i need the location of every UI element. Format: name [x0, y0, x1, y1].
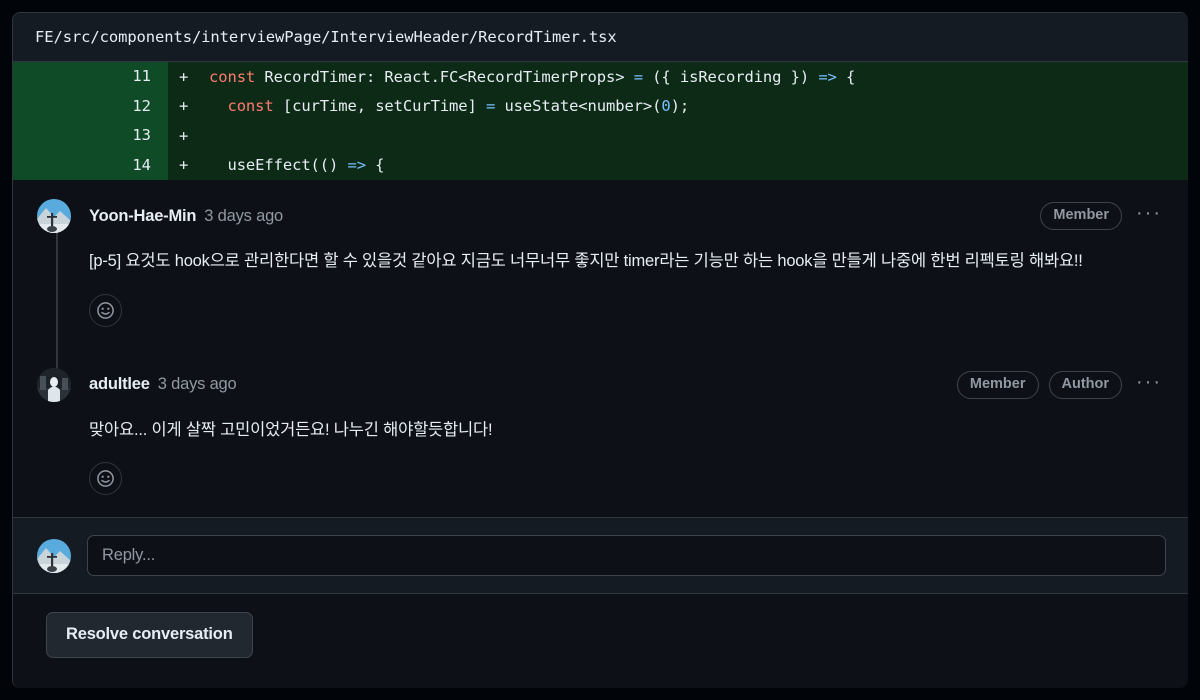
code-token: =>: [347, 156, 366, 175]
code-token: {: [365, 156, 385, 175]
code-token: =: [485, 97, 496, 116]
code-token: RecordTimer: React.FC<RecordTimerProps>: [255, 67, 634, 86]
diff-line-marker: +: [179, 126, 189, 145]
diff-line-number: 12: [13, 91, 168, 121]
resolve-conversation-button[interactable]: Resolve conversation: [46, 612, 253, 659]
diff-line-code: const [curTime, setCurTime] = useState<n…: [209, 97, 689, 115]
smiley-icon[interactable]: [89, 462, 122, 496]
comment-list: Yoon-Hae-Min 3 days ago Member ··· [p-5] 요것도…: [13, 180, 1188, 518]
comment-header: adultlee 3 days ago Member Author ···: [13, 367, 1188, 403]
diff-line: 11 + const RecordTimer: React.FC<RecordTim…: [13, 62, 1188, 92]
thread-footer-actions: Resolve conversation: [13, 593, 1188, 688]
diff-line-code: const RecordTimer: React.FC<RecordTimerP…: [209, 68, 855, 86]
avatar[interactable]: [37, 367, 71, 402]
comment-body: [p-5] 요것도 hook으로 관리한다면 할 수 있을것 같아요 지금도 너…: [89, 252, 1083, 270]
comment-body: 맞아요... 이게 살짝 고민이었거든요! 나누긴 해야할듯합니다!: [89, 420, 493, 439]
diff-line-marker: +: [179, 67, 189, 86]
smiley-icon[interactable]: [89, 293, 122, 327]
code-token: const: [227, 97, 274, 116]
diff-line-marker: +: [179, 97, 189, 116]
pr-review-thread: FE/src/components/interviewPage/Intervie…: [12, 12, 1188, 688]
diff-file-header: FE/src/components/interviewPage/Intervie…: [13, 13, 1188, 62]
diff-line-number: 14: [13, 150, 168, 180]
status-badge: Member: [956, 370, 1039, 399]
diff-line: 14 + useEffect(() => {: [13, 150, 1188, 180]
diff-line-code: useEffect(() => {: [209, 156, 384, 174]
code-token: const: [209, 67, 256, 86]
comment-header: Yoon-Hae-Min 3 days ago Member ···: [13, 198, 1188, 234]
code-token: =>: [818, 67, 837, 86]
diff-code-block: 11 + const RecordTimer: React.FC<RecordTim…: [13, 62, 1188, 180]
code-token: 0: [661, 97, 671, 116]
comment-timestamp: 3 days ago: [204, 206, 284, 225]
comment-author[interactable]: Yoon-Hae-Min: [89, 207, 196, 226]
diff-line: 12 + const [curTime, setCurTime] = useSta…: [13, 91, 1188, 121]
comment-timestamp: 3 days ago: [157, 375, 237, 394]
avatar[interactable]: [37, 199, 71, 233]
comment-header-actions: Member ···: [1040, 201, 1188, 231]
more-options-icon[interactable]: ···: [1132, 203, 1166, 229]
code-token: useEffect((): [209, 156, 348, 175]
code-token: );: [670, 97, 690, 116]
comment-header-actions: Member Author ···: [956, 370, 1188, 399]
more-options-icon[interactable]: ···: [1132, 372, 1166, 398]
code-token: {: [836, 67, 856, 86]
diff-line-number: 13: [13, 121, 168, 151]
code-token: useState<number>(: [495, 97, 662, 116]
avatar: [37, 538, 71, 573]
code-token: [curTime, setCurTime]: [273, 97, 486, 116]
diff-line-number: 11: [13, 62, 168, 92]
status-badge: Author: [1048, 370, 1123, 399]
screenshot-root: FE/src/components/interviewPage/Intervie…: [0, 0, 1200, 700]
comment: adultlee 3 days ago Member Author ··· 맞아요... …: [13, 349, 1188, 518]
code-token: ({ isRecording }): [642, 67, 819, 86]
reply-input[interactable]: [87, 535, 1166, 577]
diff-line-marker: +: [179, 156, 189, 175]
reaction-row: [13, 443, 1188, 517]
reply-area: [13, 517, 1188, 594]
code-token: =: [633, 67, 643, 86]
comment-author[interactable]: adultlee: [89, 375, 150, 394]
status-badge: Member: [1040, 201, 1123, 231]
comment: Yoon-Hae-Min 3 days ago Member ··· [p-5] 요것도…: [13, 180, 1188, 372]
reaction-row: [13, 275, 1188, 349]
diff-line: 13 +: [13, 121, 1188, 151]
diff-file-path: FE/src/components/interviewPage/Intervie…: [35, 28, 617, 46]
